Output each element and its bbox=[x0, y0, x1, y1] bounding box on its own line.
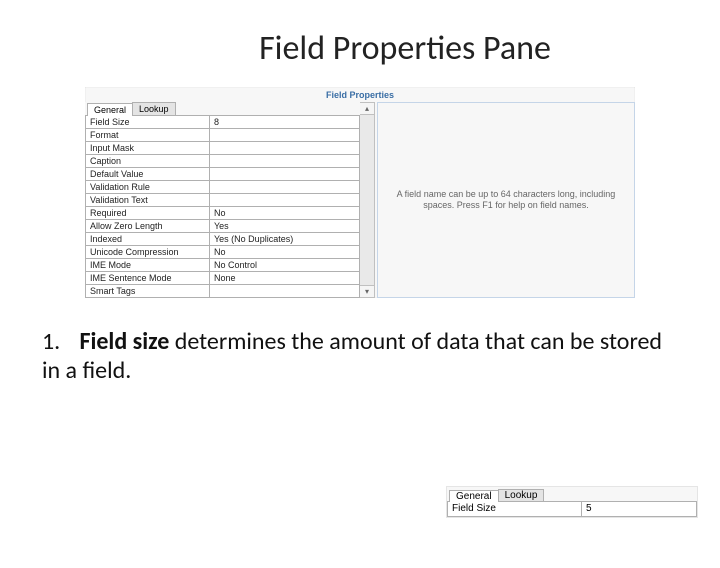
prop-value[interactable] bbox=[210, 129, 360, 142]
prop-label: Indexed bbox=[86, 233, 210, 246]
table-row: Input Mask bbox=[86, 142, 360, 155]
tab-general[interactable]: General bbox=[87, 103, 133, 116]
prop-value[interactable]: No bbox=[210, 246, 360, 259]
pane-left: General Lookup Field Size8 Format Input … bbox=[85, 102, 360, 298]
mini-tab-lookup[interactable]: Lookup bbox=[498, 489, 545, 501]
table-row: IME Sentence ModeNone bbox=[86, 272, 360, 285]
page-title: Field Properties Pane bbox=[90, 28, 720, 69]
tab-lookup[interactable]: Lookup bbox=[132, 102, 176, 115]
prop-label: Required bbox=[86, 207, 210, 220]
prop-label: Field Size bbox=[86, 116, 210, 129]
prop-label: Default Value bbox=[86, 168, 210, 181]
prop-label: IME Sentence Mode bbox=[86, 272, 210, 285]
bullet-item: 1. Field size determines the amount of d… bbox=[42, 328, 682, 386]
table-row: Caption bbox=[86, 155, 360, 168]
prop-label: Format bbox=[86, 129, 210, 142]
prop-value[interactable] bbox=[210, 194, 360, 207]
mini-row: Field Size 5 bbox=[447, 501, 697, 517]
prop-label: Validation Text bbox=[86, 194, 210, 207]
field-properties-pane: Field Properties General Lookup Field Si… bbox=[85, 87, 635, 298]
mini-prop-label: Field Size bbox=[448, 502, 582, 516]
prop-label: Allow Zero Length bbox=[86, 220, 210, 233]
table-row: Default Value bbox=[86, 168, 360, 181]
prop-label: Validation Rule bbox=[86, 181, 210, 194]
table-row: RequiredNo bbox=[86, 207, 360, 220]
prop-label: Smart Tags bbox=[86, 285, 210, 298]
prop-value[interactable] bbox=[210, 142, 360, 155]
table-row: Field Size8 bbox=[86, 116, 360, 129]
tab-strip: General Lookup bbox=[85, 102, 360, 115]
table-row: Format bbox=[86, 129, 360, 142]
scroll-down-icon[interactable]: ▾ bbox=[360, 285, 374, 297]
prop-value[interactable]: Yes bbox=[210, 220, 360, 233]
prop-label: Caption bbox=[86, 155, 210, 168]
prop-value[interactable]: No Control bbox=[210, 259, 360, 272]
prop-value[interactable]: 8 bbox=[210, 116, 360, 129]
scrollbar[interactable]: ▴ ▾ bbox=[360, 102, 375, 298]
table-row: Unicode CompressionNo bbox=[86, 246, 360, 259]
table-row: IndexedYes (No Duplicates) bbox=[86, 233, 360, 246]
prop-value[interactable] bbox=[210, 168, 360, 181]
prop-value[interactable]: Yes (No Duplicates) bbox=[210, 233, 360, 246]
bullet-bold: Field size bbox=[79, 327, 169, 356]
pane-header: Field Properties bbox=[85, 87, 635, 102]
prop-value[interactable] bbox=[210, 285, 360, 298]
table-row: Validation Text bbox=[86, 194, 360, 207]
hint-panel: A field name can be up to 64 characters … bbox=[377, 102, 635, 298]
mini-tab-strip: General Lookup bbox=[447, 487, 697, 501]
bullet-number: 1. bbox=[42, 328, 74, 357]
prop-value[interactable]: None bbox=[210, 272, 360, 285]
prop-value[interactable] bbox=[210, 155, 360, 168]
properties-table: Field Size8 Format Input Mask Caption De… bbox=[85, 115, 360, 298]
prop-label: IME Mode bbox=[86, 259, 210, 272]
scroll-up-icon[interactable]: ▴ bbox=[360, 103, 374, 115]
hint-text: A field name can be up to 64 characters … bbox=[388, 189, 624, 212]
mini-prop-value[interactable]: 5 bbox=[582, 502, 696, 516]
table-row: Validation Rule bbox=[86, 181, 360, 194]
mini-tab-general[interactable]: General bbox=[449, 490, 499, 502]
table-row: Allow Zero LengthYes bbox=[86, 220, 360, 233]
prop-label: Unicode Compression bbox=[86, 246, 210, 259]
table-row: Smart Tags bbox=[86, 285, 360, 298]
prop-value[interactable]: No bbox=[210, 207, 360, 220]
mini-pane: General Lookup Field Size 5 bbox=[446, 486, 698, 518]
prop-label: Input Mask bbox=[86, 142, 210, 155]
prop-value[interactable] bbox=[210, 181, 360, 194]
table-row: IME ModeNo Control bbox=[86, 259, 360, 272]
